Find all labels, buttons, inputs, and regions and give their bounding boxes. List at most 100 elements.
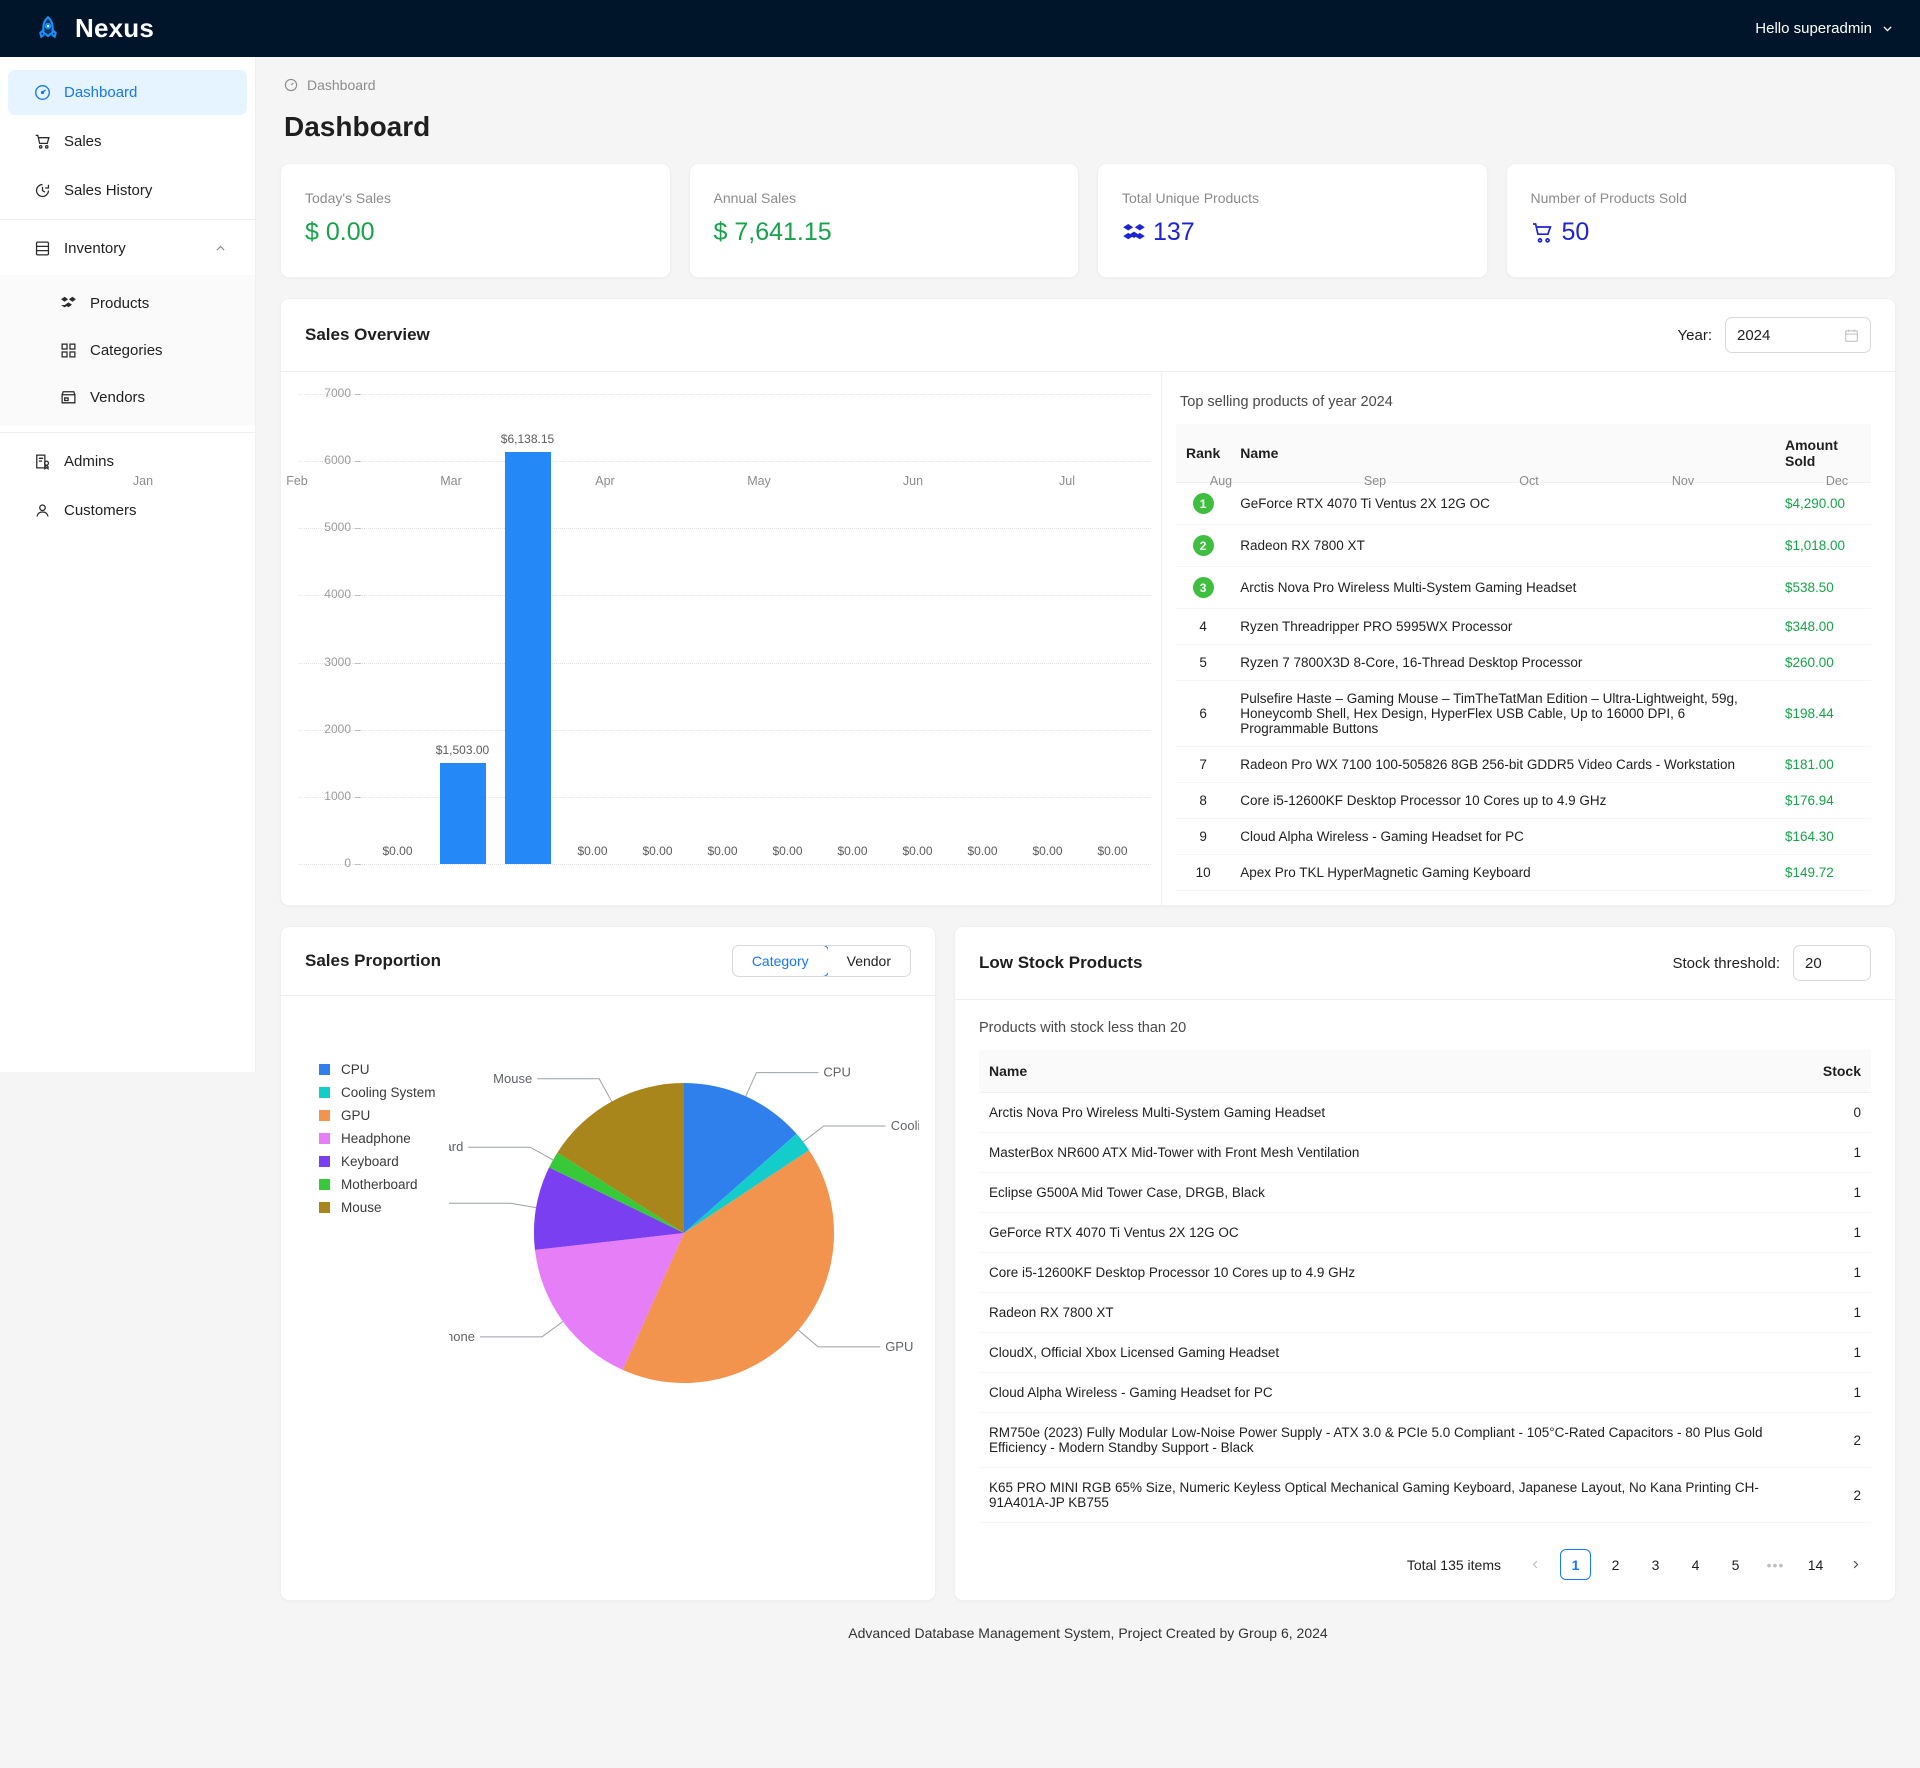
table-row[interactable]: CloudX, Official Xbox Licensed Gaming He… xyxy=(979,1332,1871,1373)
legend-swatch xyxy=(319,1087,330,1098)
breadcrumb-label: Dashboard xyxy=(307,77,376,93)
legend-item[interactable]: Cooling System xyxy=(319,1085,449,1100)
panel-title: Sales Proportion xyxy=(305,951,442,970)
sidebar-item-vendors[interactable]: Vendors xyxy=(8,375,247,420)
sidebar-item-sales-history[interactable]: Sales History xyxy=(8,168,247,213)
table-row[interactable]: RM750e (2023) Fully Modular Low-Noise Po… xyxy=(979,1412,1871,1468)
pie-leader-line xyxy=(802,1125,886,1143)
table-row[interactable]: MasterBox NR600 ATX Mid-Tower with Front… xyxy=(979,1132,1871,1173)
top-selling-caption: Top selling products of year 2024 xyxy=(1180,394,1393,410)
chevron-left-icon[interactable] xyxy=(1520,1549,1551,1580)
bar-item[interactable]: $6,138.15 xyxy=(495,394,560,864)
legend-item[interactable]: Headphone xyxy=(319,1131,449,1146)
sidebar-item-sales[interactable]: Sales xyxy=(8,119,247,164)
legend-label: Motherboard xyxy=(341,1177,418,1192)
table-row[interactable]: 9 Cloud Alpha Wireless - Gaming Headset f… xyxy=(1176,818,1871,855)
year-input[interactable]: 2024 xyxy=(1725,317,1871,353)
cell-rank: 4 xyxy=(1176,608,1231,645)
cell-stock: 2 xyxy=(1801,1412,1871,1468)
legend-item[interactable]: GPU xyxy=(319,1108,449,1123)
pagination-page-3[interactable]: 3 xyxy=(1640,1549,1671,1580)
table-row[interactable]: GeForce RTX 4070 Ti Ventus 2X 12G OC 1 xyxy=(979,1212,1871,1253)
bar-item[interactable]: $0.00 xyxy=(755,394,820,864)
pagination-page-5[interactable]: 5 xyxy=(1720,1549,1751,1580)
table-row[interactable]: 5 Ryzen 7 7800X3D 8-Core, 16-Thread Deskt… xyxy=(1176,644,1871,681)
stat-value: $ 7,641.15 xyxy=(713,218,832,246)
bar[interactable] xyxy=(504,451,551,864)
table-row[interactable]: 8 Core i5-12600KF Desktop Processor 10 Co… xyxy=(1176,782,1871,819)
pagination-page-4[interactable]: 4 xyxy=(1680,1549,1711,1580)
table-row[interactable]: Eclipse G500A Mid Tower Case, DRGB, Blac… xyxy=(979,1172,1871,1213)
cell-name: RM750e (2023) Fully Modular Low-Noise Po… xyxy=(979,1412,1801,1468)
sales-proportion-panel: Sales Proportion Category Vendor CPU Cool… xyxy=(280,926,982,1601)
shopping-cart-icon xyxy=(34,133,51,150)
brand[interactable]: Nexus xyxy=(34,13,154,44)
sidebar-item-dashboard[interactable]: Dashboard xyxy=(8,70,247,115)
chevron-up-icon[interactable] xyxy=(214,242,227,255)
chevron-right-icon[interactable] xyxy=(1840,1549,1871,1580)
bar-item[interactable]: $0.00 xyxy=(365,394,430,864)
bar-item[interactable]: $0.00 xyxy=(885,394,950,864)
sidebar-item-inventory[interactable]: Inventory xyxy=(8,226,247,271)
bar-value-label: $0.00 xyxy=(967,844,998,858)
stock-threshold-input[interactable]: 20 xyxy=(1793,945,1871,981)
dashboard-icon xyxy=(284,78,298,92)
sidebar-subnav-inventory: Products Categories Vendors xyxy=(0,275,255,426)
table-row[interactable]: Cloud Alpha Wireless - Gaming Headset fo… xyxy=(979,1372,1871,1413)
table-row[interactable]: 2 Radeon RX 7800 XT $1,018.00 xyxy=(1176,524,1871,567)
table-row[interactable]: 1 GeForce RTX 4070 Ti Ventus 2X 12G OC $4,… xyxy=(1176,482,1871,525)
cell-name: MasterBox NR600 ATX Mid-Tower with Front… xyxy=(979,1132,1801,1173)
panel-title: Low Stock Products xyxy=(979,953,1143,972)
tab-category[interactable]: Category xyxy=(732,946,829,976)
legend-item[interactable]: Keyboard xyxy=(319,1154,449,1169)
pagination-page-2[interactable]: 2 xyxy=(1600,1549,1631,1580)
table-row[interactable]: K65 PRO MINI RGB 65% Size, Numeric Keyle… xyxy=(979,1467,1871,1523)
stat-value-row: 50 xyxy=(1531,218,1872,247)
table-header-row: Name Stock xyxy=(979,1050,1871,1093)
bar-series: $0.00 $1,503.00 $6,138.15 $0.00 $0.00 $0.00 $0… xyxy=(365,394,1145,864)
proportion-mode-toggle[interactable]: Category Vendor xyxy=(731,945,911,977)
cell-rank: 6 xyxy=(1176,680,1231,747)
pagination-page-14[interactable]: 14 xyxy=(1800,1549,1831,1580)
bar-item[interactable]: $0.00 xyxy=(950,394,1015,864)
sidebar-item-customers[interactable]: Customers xyxy=(8,488,247,533)
year-filter: Year: 2024 xyxy=(1678,317,1871,353)
bar-item[interactable]: $0.00 xyxy=(625,394,690,864)
pagination-page-1[interactable]: 1 xyxy=(1560,1549,1591,1580)
table-row[interactable]: 6 Pulsefire Haste – Gaming Mouse – TimThe… xyxy=(1176,680,1871,747)
legend-label: Cooling System xyxy=(341,1085,436,1100)
x-axis-label: Jul xyxy=(1059,474,1075,488)
legend-item[interactable]: Motherboard xyxy=(319,1177,449,1192)
cell-name: CloudX, Official Xbox Licensed Gaming He… xyxy=(979,1332,1801,1373)
user-menu[interactable]: Hello superadmin xyxy=(1755,20,1894,37)
table-row[interactable]: Core i5-12600KF Desktop Processor 10 Cor… xyxy=(979,1252,1871,1293)
cell-name: Ryzen 7 7800X3D 8-Core, 16-Thread Deskto… xyxy=(1230,644,1775,681)
bar-item[interactable]: $0.00 xyxy=(1080,394,1145,864)
legend-label: Mouse xyxy=(341,1200,382,1215)
legend-item[interactable]: CPU xyxy=(319,1062,449,1077)
bar-item[interactable]: $0.00 xyxy=(690,394,755,864)
legend-item[interactable]: Mouse xyxy=(319,1200,449,1215)
bar-item[interactable]: $0.00 xyxy=(820,394,885,864)
table-row[interactable]: 3 Arctis Nova Pro Wireless Multi-System G… xyxy=(1176,566,1871,609)
table-row[interactable]: 10 Apex Pro TKL HyperMagnetic Gaming Keyb… xyxy=(1176,854,1871,891)
bar-value-label: $0.00 xyxy=(902,844,933,858)
history-clock-icon xyxy=(34,182,51,199)
sidebar-item-categories[interactable]: Categories xyxy=(8,328,247,373)
bar-item[interactable]: $1,503.00 xyxy=(430,394,495,864)
sidebar-item-products[interactable]: Products xyxy=(8,281,247,326)
table-row[interactable]: Arctis Nova Pro Wireless Multi-System Ga… xyxy=(979,1092,1871,1133)
table-row[interactable]: Radeon RX 7800 XT 1 xyxy=(979,1292,1871,1333)
bar-value-label: $0.00 xyxy=(1097,844,1128,858)
table-row[interactable]: 4 Ryzen Threadripper PRO 5995WX Processor… xyxy=(1176,608,1871,645)
brand-name: Nexus xyxy=(75,13,155,43)
bar-item[interactable]: $0.00 xyxy=(560,394,625,864)
table-row[interactable]: 7 Radeon Pro WX 7100 100-505826 8GB 256-b… xyxy=(1176,746,1871,783)
threshold-filter: Stock threshold: 20 xyxy=(1672,945,1871,981)
bar[interactable] xyxy=(439,763,486,864)
cell-rank: 7 xyxy=(1176,746,1231,783)
sidebar: Dashboard Sales Sales History Inventory … xyxy=(0,57,256,1072)
pie-leader-line xyxy=(798,1329,881,1348)
bar-item[interactable]: $0.00 xyxy=(1015,394,1080,864)
tab-vendor[interactable]: Vendor xyxy=(827,946,910,976)
